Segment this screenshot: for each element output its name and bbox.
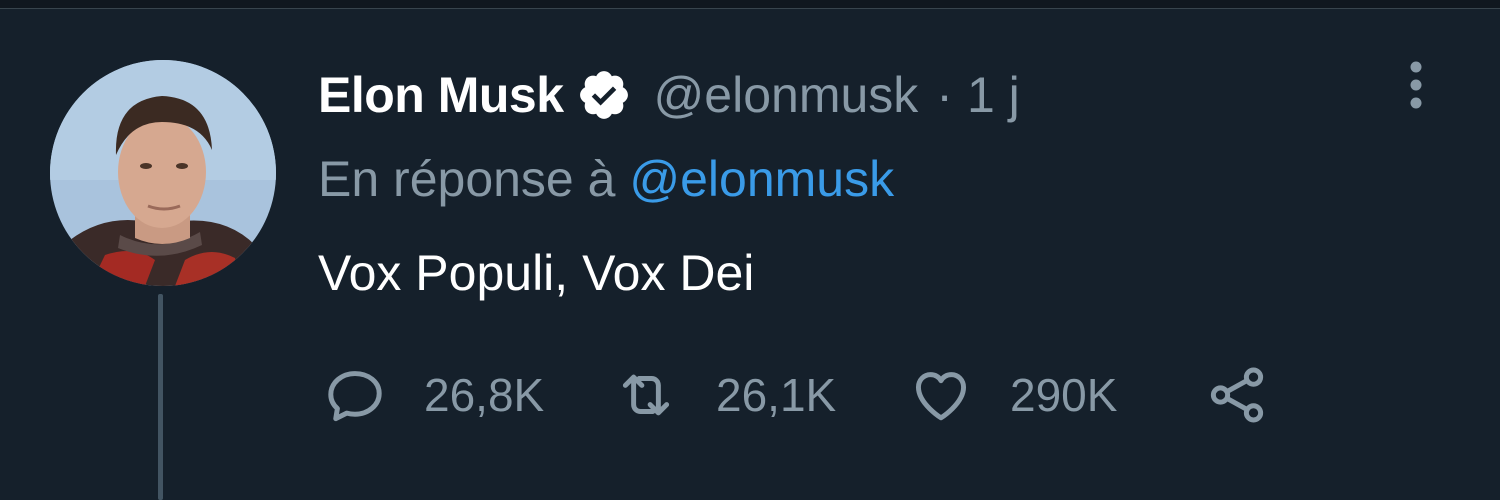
retweet-icon	[612, 362, 680, 428]
thread-line	[158, 294, 163, 500]
display-name[interactable]: Elon Musk	[318, 66, 564, 124]
tweet-view: Elon Musk @elonmusk · 1 j En réponse à @…	[0, 0, 1500, 500]
action-bar: 26,8K 26,1K 290K	[322, 360, 1270, 430]
reply-context: En réponse à @elonmusk	[318, 150, 894, 214]
reply-count: 26,8K	[424, 369, 545, 421]
author-handle[interactable]: @elonmusk	[654, 66, 919, 124]
reply-mention-link[interactable]: @elonmusk	[629, 151, 894, 207]
retweet-count: 26,1K	[716, 369, 837, 421]
heart-icon	[908, 362, 974, 428]
reply-button[interactable]: 26,8K	[322, 362, 612, 428]
retweet-button[interactable]: 26,1K	[612, 362, 908, 428]
separator-dot: ·	[936, 67, 953, 123]
share-button[interactable]	[1204, 362, 1270, 428]
tweet-header: Elon Musk @elonmusk · 1 j	[318, 60, 1020, 130]
verified-badge-icon	[576, 67, 632, 123]
share-icon	[1204, 362, 1270, 428]
reply-icon	[322, 362, 388, 428]
avatar[interactable]	[50, 60, 276, 286]
top-divider	[0, 0, 1500, 9]
tweet-text: Vox Populi, Vox Dei	[318, 245, 755, 301]
avatar-image	[50, 60, 276, 286]
more-button[interactable]	[1392, 58, 1440, 118]
like-count: 290K	[1010, 369, 1118, 421]
more-vertical-icon	[1410, 61, 1422, 109]
timestamp[interactable]: 1 j	[967, 66, 1020, 124]
reply-prefix: En réponse à	[318, 151, 616, 207]
like-button[interactable]: 290K	[908, 362, 1204, 428]
